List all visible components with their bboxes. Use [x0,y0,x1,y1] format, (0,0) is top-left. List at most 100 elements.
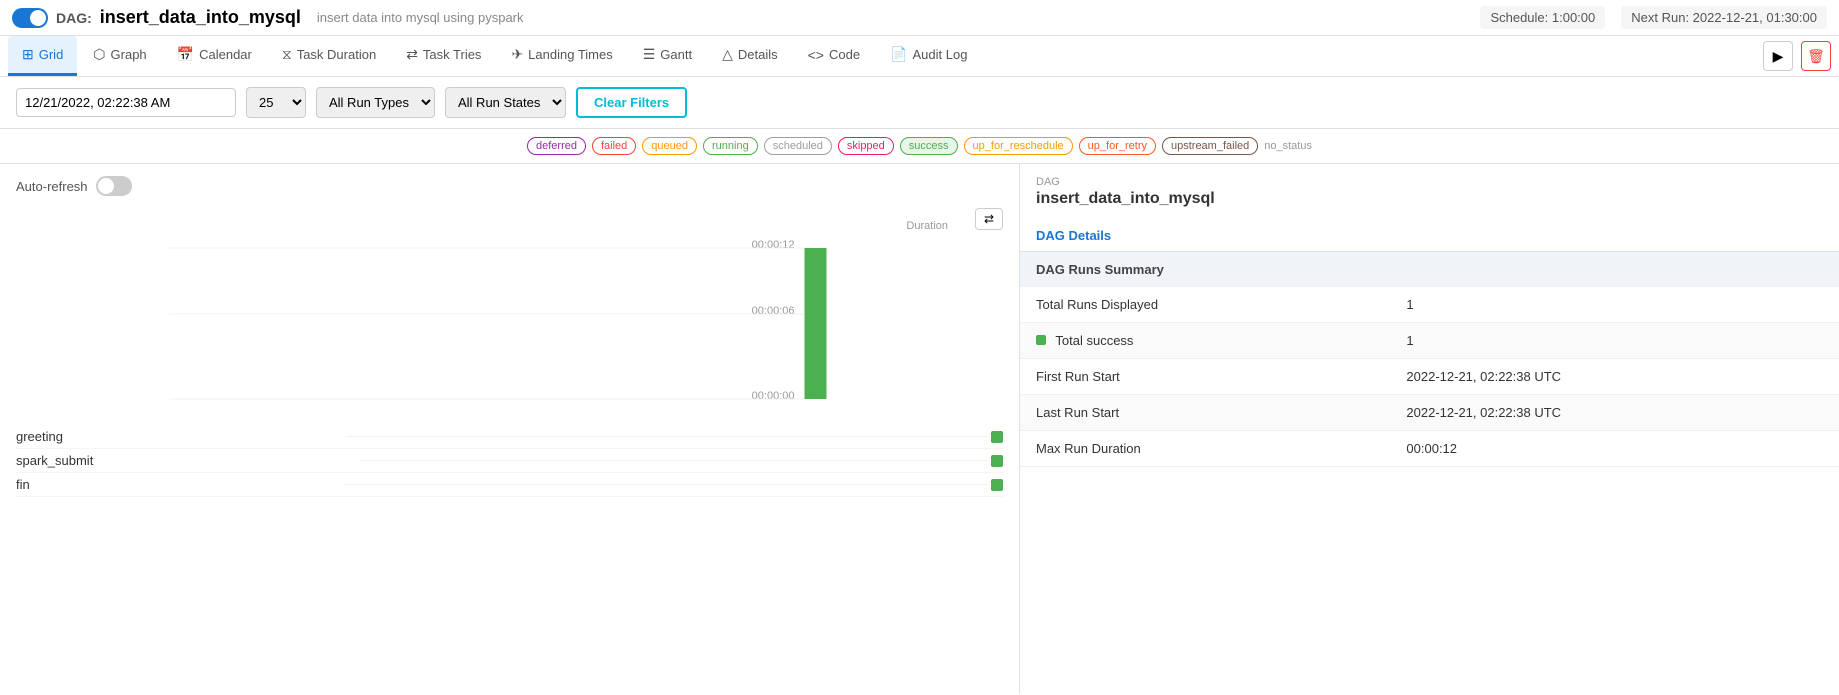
run-type-select[interactable]: All Run Types [316,87,435,118]
badge-scheduled[interactable]: scheduled [764,137,832,155]
task-dot-greeting[interactable] [991,431,1003,443]
tab-graph[interactable]: ⬡ Graph [79,36,160,76]
dag-section-label: DAG [1036,176,1823,188]
status-legend: deferred failed queued running scheduled… [0,129,1839,164]
tab-code[interactable]: <> Code [794,37,874,76]
dag-detail-header: DAG insert_data_into_mysql [1020,164,1839,220]
datetime-input[interactable] [16,88,236,117]
tab-landing-times-label: Landing Times [528,47,613,62]
clear-filters-button[interactable]: Clear Filters [576,87,687,118]
row-value-total-success: 1 [1390,323,1839,359]
task-name-spark-submit: spark_submit [16,453,93,468]
tab-gantt-label: Gantt [660,47,692,62]
task-row-greeting: greeting [16,425,1003,449]
tab-landing-times[interactable]: ✈ Landing Times [497,36,626,76]
left-panel: Auto-refresh ⇄ Duration 00:00:12 00:00:0… [0,164,1019,694]
task-tries-icon: ⇄ [406,46,418,63]
auto-refresh-toggle[interactable] [96,176,132,196]
code-icon: <> [808,47,824,63]
table-row: Total Runs Displayed 1 [1020,287,1839,323]
svg-text:00:00:12: 00:00:12 [752,239,795,251]
dag-details-link[interactable]: DAG Details [1020,220,1839,252]
main-content: Auto-refresh ⇄ Duration 00:00:12 00:00:0… [0,164,1839,694]
task-list: greeting spark_submit fin [16,425,1003,497]
tab-calendar[interactable]: 📅 Calendar [163,36,266,76]
task-name-fin: fin [16,477,30,492]
dag-label: DAG: [56,10,92,26]
calendar-icon: 📅 [177,46,194,63]
tab-gantt[interactable]: ☰ Gantt [629,36,706,76]
nav-actions: ▶ 🗑 [1763,41,1831,71]
badge-up-for-retry[interactable]: up_for_retry [1079,137,1156,155]
graph-icon: ⬡ [93,46,105,63]
badge-failed[interactable]: failed [592,137,636,155]
dag-title-area: DAG: insert_data_into_mysql insert data … [12,7,524,28]
task-row-fin: fin [16,473,1003,497]
duration-chart: 00:00:12 00:00:06 00:00:00 [16,234,1003,414]
chart-area: ⇄ Duration 00:00:12 00:00:06 00:00:00 [16,208,1003,497]
auto-refresh-row: Auto-refresh [16,176,1003,196]
badge-up-for-reschedule[interactable]: up_for_reschedule [964,137,1073,155]
audit-log-icon: 📄 [890,46,907,63]
tab-details-label: Details [738,47,778,62]
badge-skipped[interactable]: skipped [838,137,894,155]
tab-code-label: Code [829,47,860,62]
badge-success[interactable]: success [900,137,958,155]
landing-times-icon: ✈ [511,46,523,63]
table-row: Total success 1 [1020,323,1839,359]
tab-audit-log[interactable]: 📄 Audit Log [876,36,981,76]
row-label-first-run: First Run Start [1020,359,1390,395]
success-dot-icon [1036,335,1046,345]
task-row-spark-submit: spark_submit [16,449,1003,473]
schedule-label: Schedule: 1:00:00 [1480,6,1605,29]
chart-header: ⇄ [16,208,1003,230]
next-run-label: Next Run: 2022-12-21, 01:30:00 [1621,6,1827,29]
table-row: Last Run Start 2022-12-21, 02:22:38 UTC [1020,395,1839,431]
grid-icon: ⊞ [22,46,34,63]
row-label-total-success: Total success [1020,323,1390,359]
dag-description: insert data into mysql using pyspark [317,10,524,25]
tab-task-tries-label: Task Tries [423,47,482,62]
dag-toggle[interactable] [12,8,48,28]
svg-text:00:00:06: 00:00:06 [752,305,795,317]
task-dot-fin[interactable] [991,479,1003,491]
nav-tabs: ⊞ Grid ⬡ Graph 📅 Calendar ⧖ Task Duratio… [0,36,1839,77]
task-name-greeting: greeting [16,429,63,444]
tab-grid[interactable]: ⊞ Grid [8,36,77,76]
tab-task-duration[interactable]: ⧖ Task Duration [268,36,390,76]
tab-audit-log-label: Audit Log [913,47,968,62]
badge-queued[interactable]: queued [642,137,697,155]
tab-grid-label: Grid [39,47,64,62]
badge-deferred[interactable]: deferred [527,137,586,155]
svg-text:00:00:00: 00:00:00 [752,390,795,402]
badge-no-status[interactable]: no_status [1264,140,1312,152]
dag-name: insert_data_into_mysql [100,7,301,28]
top-bar: DAG: insert_data_into_mysql insert data … [0,0,1839,36]
delete-button[interactable]: 🗑 [1801,41,1831,71]
table-row: Max Run Duration 00:00:12 [1020,431,1839,467]
dag-detail-name: insert_data_into_mysql [1036,190,1823,208]
task-dot-spark-submit[interactable] [991,455,1003,467]
summary-section-header: DAG Runs Summary [1020,252,1839,287]
right-panel: DAG insert_data_into_mysql DAG Details D… [1019,164,1839,694]
collapse-button[interactable]: ⇄ [975,208,1003,230]
tab-details[interactable]: △ Details [708,36,792,76]
run-button[interactable]: ▶ [1763,41,1793,71]
header-schedule-info: Schedule: 1:00:00 Next Run: 2022-12-21, … [1480,6,1827,29]
row-value-first-run: 2022-12-21, 02:22:38 UTC [1390,359,1839,395]
limit-select[interactable]: 25 50 100 [246,87,306,118]
badge-running[interactable]: running [703,137,758,155]
filter-bar: 25 50 100 All Run Types All Run States C… [0,77,1839,129]
tab-calendar-label: Calendar [199,47,252,62]
row-value-last-run: 2022-12-21, 02:22:38 UTC [1390,395,1839,431]
row-label-total-runs: Total Runs Displayed [1020,287,1390,323]
tab-task-tries[interactable]: ⇄ Task Tries [392,36,495,76]
dag-runs-summary-table: DAG Runs Summary Total Runs Displayed 1 … [1020,252,1839,467]
table-row: First Run Start 2022-12-21, 02:22:38 UTC [1020,359,1839,395]
task-duration-icon: ⧖ [282,46,292,63]
row-value-total-runs: 1 [1390,287,1839,323]
row-label-max-duration: Max Run Duration [1020,431,1390,467]
run-state-select[interactable]: All Run States [445,87,566,118]
row-label-last-run: Last Run Start [1020,395,1390,431]
badge-upstream-failed[interactable]: upstream_failed [1162,137,1258,155]
